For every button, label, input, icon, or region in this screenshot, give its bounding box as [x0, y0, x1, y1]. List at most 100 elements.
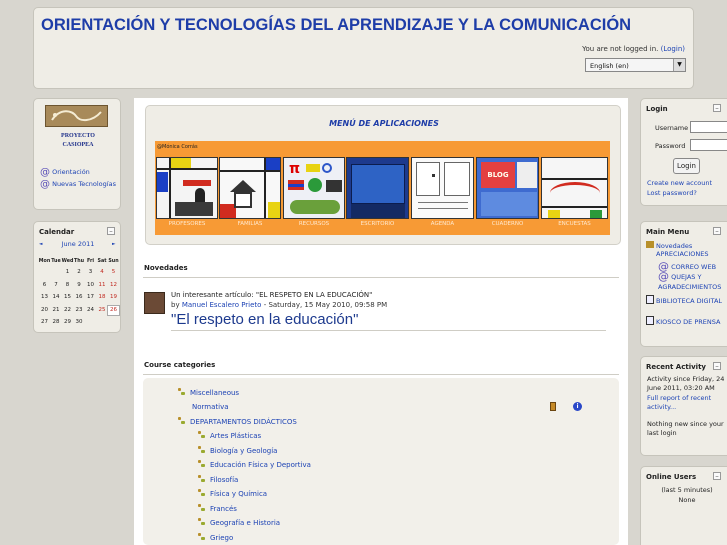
menu-item-apreciaciones[interactable]: APRECIACIONES — [656, 250, 708, 258]
category-departamentos[interactable]: DEPARTAMENTOS DIDÁCTICOS — [178, 417, 297, 426]
app-tile-familias[interactable] — [219, 157, 281, 219]
app-tile-profesores[interactable] — [156, 157, 218, 219]
at-icon: @ — [40, 167, 50, 178]
create-account-link[interactable]: Create new account — [647, 179, 712, 187]
subcategory-item[interactable]: Física y Química — [198, 489, 267, 498]
password-field[interactable] — [690, 139, 727, 151]
calendar-title: Calendar — [39, 228, 75, 236]
logo-caption: PROYECTO CASIOPEA — [34, 132, 122, 150]
calendar-day[interactable]: 12 — [107, 282, 120, 288]
chevron-down-icon[interactable]: ▼ — [673, 59, 685, 71]
collapse-icon[interactable]: – — [713, 227, 721, 235]
folder-tree-icon — [198, 518, 206, 526]
divider — [171, 330, 606, 331]
category-label: DEPARTAMENTOS DIDÁCTICOS — [190, 418, 297, 426]
calendar-day[interactable]: 30 — [73, 319, 86, 325]
online-period: (last 5 minutes) — [661, 486, 713, 494]
menu-item-biblioteca[interactable]: BIBLIOTECA DIGITAL — [646, 295, 727, 306]
app-label-recursos[interactable]: RECURSOS — [283, 221, 345, 227]
collapse-icon[interactable]: – — [713, 104, 721, 112]
subcategory-label: Biología y Geología — [210, 446, 278, 455]
subcategory-item[interactable]: Geografía e Historia — [198, 518, 280, 527]
folder-tree-icon — [198, 445, 206, 454]
subcategory-item[interactable]: Francés — [198, 503, 237, 513]
post-author-link[interactable]: Manuel Escalero Prieto — [182, 301, 262, 309]
menu-item-label: KIOSCO DE PRENSA — [656, 318, 721, 326]
menu-item-novedades[interactable]: Novedades — [646, 241, 727, 250]
app-label-cuaderno[interactable]: CUADERNO — [476, 221, 539, 227]
main-menu-title: Main Menu — [646, 228, 690, 236]
login-block: Login – Username Password Login Create n… — [640, 98, 727, 206]
subcategory-label: Filosofía — [210, 475, 239, 484]
menu-item-kiosco[interactable]: KIOSCO DE PRENSA — [646, 316, 727, 327]
app-tile-agenda[interactable] — [411, 157, 474, 219]
app-tile-cuaderno[interactable]: BLOG — [476, 157, 539, 219]
language-select[interactable]: English (en) ▼ — [585, 58, 686, 72]
guest-access-icon[interactable] — [550, 402, 556, 411]
login-status: You are not logged in. — [582, 45, 659, 53]
link-label: Orientación — [52, 168, 90, 176]
categories-heading: Course categories — [144, 361, 216, 369]
menu-item-quejas[interactable]: @ QUEJAS Y AGRADECIMIENTOS — [658, 271, 727, 292]
subcategory-item[interactable]: Artes Plásticas — [198, 431, 261, 440]
post-headline: "El respeto en la educación" — [171, 311, 359, 328]
menu-item-label: CORREO WEB — [671, 263, 717, 271]
login-button[interactable]: Login — [673, 158, 700, 174]
casiopea-logo[interactable] — [45, 105, 108, 127]
app-tile-recursos[interactable]: π — [283, 157, 345, 219]
at-icon: @ — [40, 179, 50, 190]
menu-item-label: Novedades — [656, 242, 693, 250]
lost-password-link[interactable]: Lost password? — [647, 189, 697, 197]
calendar-grid: Mon Tue Wed Thu Fri Sat Sun 1 2 3 4 5 6 7 8 9 10 11 12 13 14… — [38, 259, 120, 329]
menu-item-label: BIBLIOTECA DIGITAL — [656, 297, 723, 305]
collapse-icon[interactable]: – — [713, 362, 721, 370]
app-label-agenda[interactable]: AGENDA — [411, 221, 474, 227]
course-normativa[interactable]: Normativa — [192, 403, 229, 411]
main-content: MENÚ DE APLICACIONES @Mónica Corrás π BL… — [134, 98, 628, 545]
divider — [143, 277, 619, 278]
project-link-orientacion[interactable]: @ Orientación — [40, 167, 90, 178]
calendar-next[interactable]: ► — [112, 242, 115, 247]
online-none: None — [678, 496, 696, 504]
app-label-escritorio[interactable]: ESCRITORIO — [346, 221, 409, 227]
subcategory-item[interactable]: Filosofía — [198, 474, 239, 484]
divider — [143, 374, 619, 375]
username-label: Username — [655, 124, 689, 132]
app-label-familias[interactable]: FAMILIAS — [219, 221, 281, 227]
document-icon — [646, 295, 654, 304]
subcategory-item[interactable]: Educación Física y Deportiva — [198, 460, 311, 469]
folder-tree-icon — [198, 503, 206, 512]
project-link-nuevas-tecnologias[interactable]: @ Nuevas Tecnologías — [40, 179, 118, 190]
subcategory-label: Artes Plásticas — [210, 432, 262, 440]
forum-icon — [646, 241, 654, 248]
page-header: ORIENTACIÓN Y TECNOLOGÍAS DEL APRENDIZAJ… — [33, 7, 694, 89]
category-miscellaneous[interactable]: Miscellaneous — [178, 388, 239, 397]
calendar-month: June 2011 — [61, 240, 95, 248]
subcategory-item[interactable]: Griego — [198, 532, 233, 542]
app-label-encuestas[interactable]: ENCUESTAS — [541, 221, 608, 227]
calendar-day[interactable]: 5 — [107, 269, 120, 275]
app-tile-escritorio[interactable] — [346, 157, 409, 219]
subcategory-item[interactable]: Biología y Geología — [198, 445, 278, 455]
app-tile-encuestas[interactable] — [541, 157, 608, 219]
calendar-day[interactable]: 19 — [107, 294, 120, 300]
collapse-icon[interactable]: – — [713, 472, 721, 480]
post-meta: by Manuel Escalero Prieto - Saturday, 15… — [171, 301, 387, 309]
folder-tree-icon — [198, 460, 206, 468]
app-label-profesores[interactable]: PROFESORES — [156, 221, 218, 227]
recent-activity-block: Recent Activity – Activity since Friday,… — [640, 356, 727, 456]
online-users-title: Online Users — [646, 473, 697, 481]
calendar-day[interactable]: 26 — [107, 304, 120, 316]
full-report-link[interactable]: Full report of recent activity... — [647, 394, 727, 412]
news-heading: Novedades — [144, 264, 188, 272]
avatar[interactable] — [144, 292, 165, 314]
username-field[interactable] — [690, 121, 727, 133]
post-by: by — [171, 301, 180, 309]
login-link[interactable]: (Login) — [661, 45, 685, 53]
language-value: English (en) — [590, 62, 629, 70]
folder-tree-icon — [178, 417, 186, 425]
app-menu-box: MENÚ DE APLICACIONES @Mónica Corrás π BL… — [145, 105, 621, 245]
info-icon[interactable]: i — [573, 402, 582, 411]
collapse-icon[interactable]: – — [107, 227, 115, 235]
password-label: Password — [655, 142, 686, 150]
